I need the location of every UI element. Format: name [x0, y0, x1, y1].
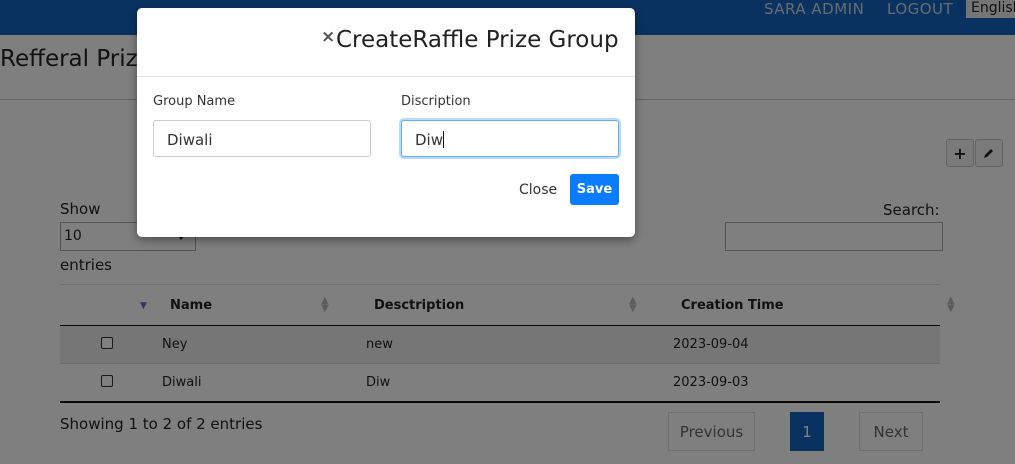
modal-title: CreateRaffle Prize Group	[336, 27, 619, 53]
text-cursor	[443, 131, 444, 148]
close-icon[interactable]: ×	[321, 27, 335, 47]
group-name-value: Diwali	[167, 131, 213, 149]
description-label: Discription	[401, 94, 471, 109]
description-value: Diw	[415, 131, 443, 149]
group-name-input[interactable]: Diwali	[153, 120, 371, 157]
modal-header: × CreateRaffle Prize Group	[137, 8, 635, 77]
save-button[interactable]: Save	[570, 174, 619, 205]
description-input[interactable]: Diw	[401, 120, 619, 157]
group-name-label: Group Name	[153, 94, 236, 109]
create-prize-group-dialog: × CreateRaffle Prize Group Group Name Di…	[137, 8, 635, 237]
close-button[interactable]: Close	[519, 182, 557, 198]
